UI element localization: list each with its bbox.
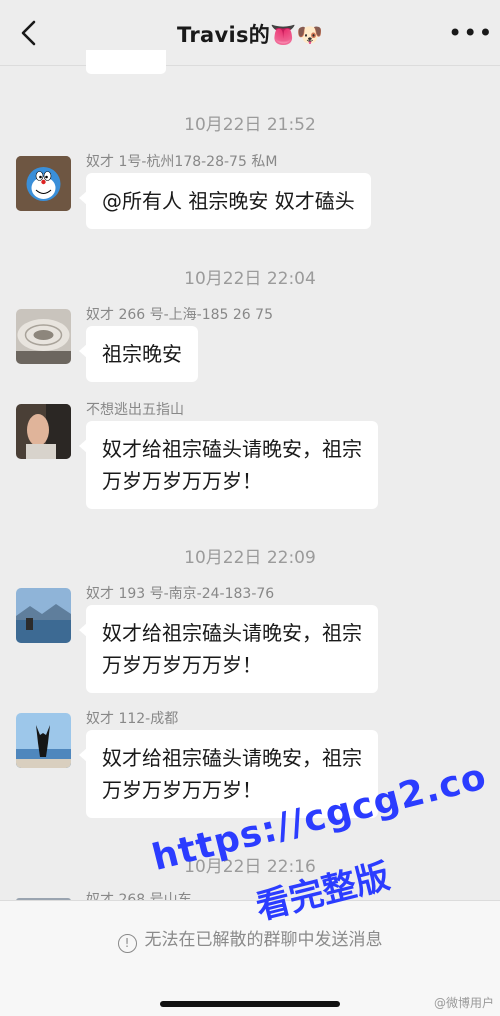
message-bubble[interactable]: 奴才给祖宗磕头请晚安，祖宗 万岁万岁万万岁！ <box>79 605 378 693</box>
chat-title: Travis的👅🐶 <box>177 23 323 47</box>
sender-name: 奴才 193 号-南京-24-183-76 <box>86 586 275 602</box>
sender-name: 奴才 1号-杭州178-28-75 私M <box>86 154 278 170</box>
home-indicator[interactable] <box>160 1001 340 1007</box>
lake-photo-avatar[interactable] <box>16 588 71 643</box>
bottom-notice-bar: ! 无法在已解散的群聊中发送消息 <box>0 900 500 1016</box>
message-bubble[interactable]: 奴才给祖宗磕头请晚安，祖宗 万岁万岁万万岁！ <box>79 421 378 509</box>
message-bubble[interactable]: 祖宗晚安 <box>79 326 198 382</box>
previous-message-bubble <box>86 50 166 74</box>
info-icon: ! <box>117 934 137 953</box>
sender-name: 奴才 268 号山东 <box>86 892 192 900</box>
more-options-icon[interactable]: ••• <box>448 18 492 48</box>
doraemon-avatar[interactable] <box>16 156 71 211</box>
sender-name: 不想逃出五指山 <box>86 402 184 418</box>
ceiling-photo-avatar[interactable] <box>16 309 71 364</box>
timestamp: 10月22日 21:52 <box>184 115 316 135</box>
disbanded-notice: ! 无法在已解散的群聊中发送消息 <box>0 925 500 953</box>
person-photo-avatar[interactable] <box>16 404 71 459</box>
weibo-watermark: @微博用户 <box>433 996 494 1010</box>
chat-header: Travis的👅🐶 ••• <box>0 0 500 66</box>
notice-text: 无法在已解散的群聊中发送消息 <box>144 930 383 950</box>
beach-photo-avatar[interactable] <box>16 713 71 768</box>
message-bubble[interactable]: @所有人 祖宗晚安 奴才磕头 <box>79 173 371 229</box>
timestamp: 10月22日 22:04 <box>184 269 316 289</box>
sender-name: 奴才 266 号-上海-185 26 75 <box>86 307 273 323</box>
sender-name: 奴才 112-成都 <box>86 711 179 727</box>
timestamp: 10月22日 22:09 <box>184 548 316 568</box>
